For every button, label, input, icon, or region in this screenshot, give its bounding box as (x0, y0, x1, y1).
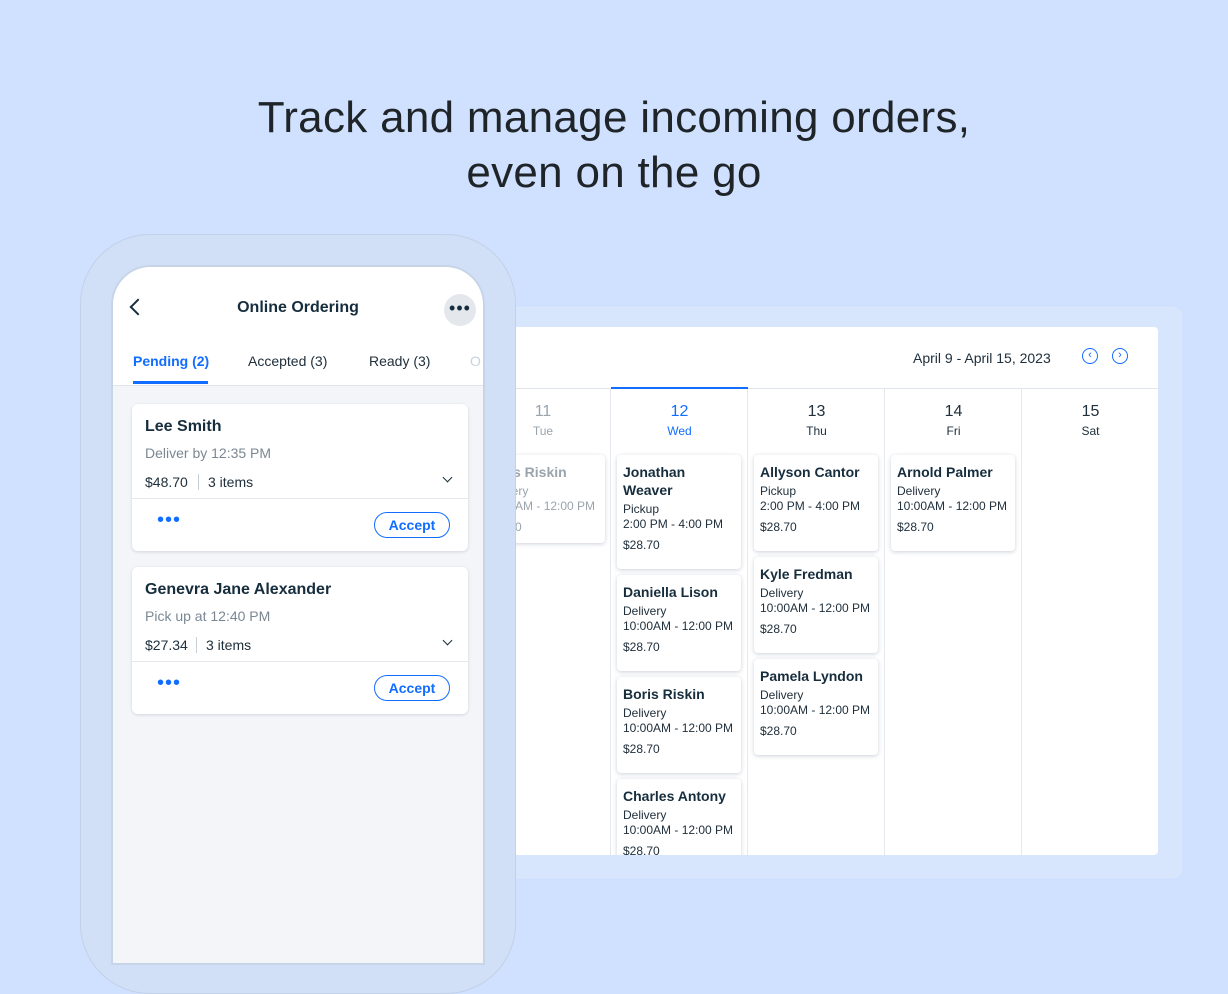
day-number: 14 (944, 403, 963, 420)
day-name: Thu (806, 424, 827, 438)
accept-button[interactable]: Accept (374, 675, 450, 701)
order-type: Delivery (760, 688, 804, 702)
order-price: $28.70 (897, 520, 934, 534)
day-number: 15 (1081, 403, 1100, 420)
order-type: Delivery (897, 484, 941, 498)
order-time: 10:00AM - 12:00 PM (623, 721, 734, 735)
order-card[interactable]: Boris Riskin Delivery 10:00AM - 12:00 PM… (617, 677, 741, 773)
order-type: Delivery (623, 604, 667, 618)
more-actions-button[interactable]: ••• (157, 510, 181, 530)
order-card[interactable]: Genevra Jane Alexander Pick up at 12:40 … (132, 567, 468, 714)
day-column-thu: 13 Thu Allyson Cantor Pickup 2:00 PM - 4… (747, 389, 885, 855)
order-card[interactable]: Kyle Fredman Delivery 10:00AM - 12:00 PM… (754, 557, 878, 653)
order-time: 10:00AM - 12:00 PM (623, 823, 734, 837)
order-price: $28.70 (760, 724, 797, 738)
headline-line-1: Track and manage incoming orders, (257, 93, 971, 142)
order-card[interactable]: Arnold Palmer Delivery 10:00AM - 12:00 P… (891, 455, 1015, 551)
chevron-down-icon[interactable] (442, 472, 453, 483)
more-actions-button[interactable]: ••• (157, 673, 181, 693)
order-time: 10:00AM - 12:00 PM (623, 619, 734, 633)
order-card[interactable]: Pamela Lyndon Delivery 10:00AM - 12:00 P… (754, 659, 878, 755)
more-options-button[interactable]: ••• (444, 294, 476, 326)
order-type: Delivery (760, 586, 804, 600)
order-name: Kyle Fredman (760, 566, 853, 582)
order-time: 2:00 PM - 4:00 PM (760, 499, 861, 513)
active-tab-indicator (133, 381, 208, 384)
divider (132, 661, 468, 662)
order-type: Pickup (623, 502, 660, 516)
order-price: $28.70 (623, 538, 660, 552)
date-range: April 9 - April 15, 2023 (913, 350, 1051, 366)
order-name: Charles Antony (623, 788, 726, 804)
order-price: $27.34 (145, 637, 188, 653)
day-name: Wed (667, 424, 692, 438)
divider (198, 474, 199, 490)
customer-name: Genevra Jane Alexander (145, 581, 332, 598)
item-count: 3 items (208, 474, 254, 490)
divider (196, 637, 197, 653)
order-type: Pickup (760, 484, 797, 498)
order-card[interactable]: Daniella Lison Delivery 10:00AM - 12:00 … (617, 575, 741, 671)
order-price: $48.70 (145, 474, 188, 490)
divider (132, 498, 468, 499)
order-name: Boris Riskin (623, 686, 705, 702)
tab-ready[interactable]: Ready (3) (369, 353, 430, 369)
order-time: 10:00AM - 12:00 PM (897, 499, 1008, 513)
tab-pending[interactable]: Pending (2) (133, 353, 209, 369)
accept-button[interactable]: Accept (374, 512, 450, 538)
order-name: Arnold Palmer (897, 464, 993, 480)
chevron-left-circle-icon[interactable]: ‹ (1082, 348, 1098, 364)
order-card[interactable]: Allyson Cantor Pickup 2:00 PM - 4:00 PM … (754, 455, 878, 551)
order-time: 10:00AM - 12:00 PM (760, 703, 871, 717)
day-column-sat: 15 Sat (1021, 389, 1158, 855)
order-price: $28.70 (760, 622, 797, 636)
chevron-down-icon[interactable] (442, 635, 453, 646)
order-timing: Deliver by 12:35 PM (145, 445, 272, 461)
order-time: 2:00 PM - 4:00 PM (623, 517, 724, 531)
order-price: $28.70 (623, 844, 660, 855)
day-number: 13 (807, 403, 826, 420)
order-type: Delivery (623, 706, 667, 720)
order-name: Daniella Lison (623, 584, 718, 600)
order-time: 10:00AM - 12:00 PM (760, 601, 871, 615)
tab-overflow[interactable]: O (470, 353, 481, 369)
order-type: Delivery (623, 808, 667, 822)
headline: Track and manage incoming orders, even o… (0, 90, 1228, 200)
order-price: $28.70 (760, 520, 797, 534)
item-count: 3 items (206, 637, 252, 653)
day-name: Sat (1081, 424, 1100, 438)
customer-name: Lee Smith (145, 418, 222, 435)
order-card[interactable]: Lee Smith Deliver by 12:35 PM $48.70 3 i… (132, 404, 468, 551)
chevron-right-circle-icon[interactable]: › (1112, 348, 1128, 364)
day-number: 11 (534, 403, 552, 420)
order-price: $28.70 (623, 640, 660, 654)
order-card[interactable]: Charles Antony Delivery 10:00AM - 12:00 … (617, 779, 741, 855)
day-name: Fri (946, 424, 961, 438)
calendar-header: April 9 - April 15, 2023 ‹ › (500, 327, 1158, 389)
day-number: 12 (670, 403, 689, 420)
app-header: Online Ordering ••• Pending (2) Accepted… (113, 267, 483, 386)
day-name: Tue (532, 424, 554, 438)
order-timing: Pick up at 12:40 PM (145, 608, 271, 624)
order-price: $28.70 (623, 742, 660, 756)
page-title: Online Ordering (237, 299, 359, 316)
order-name: Jonathan Weaver (623, 464, 686, 498)
headline-line-2: even on the go (466, 148, 762, 197)
order-name: Allyson Cantor (760, 464, 860, 480)
calendar-panel: April 9 - April 15, 2023 ‹ › 11 Tue Bori… (500, 327, 1158, 855)
tab-accepted[interactable]: Accepted (3) (248, 353, 327, 369)
phone-screen: Online Ordering ••• Pending (2) Accepted… (111, 265, 485, 965)
order-card[interactable]: Jonathan Weaver Pickup 2:00 PM - 4:00 PM… (617, 455, 741, 569)
order-name: Pamela Lyndon (760, 668, 863, 684)
day-column-fri: 14 Fri Arnold Palmer Delivery 10:00AM - … (884, 389, 1022, 855)
day-column-wed: 12 Wed Jonathan Weaver Pickup 2:00 PM - … (610, 387, 748, 855)
day-column-tue: 11 Tue Boris Riskin Delivery 10:00AM - 1… (500, 389, 611, 855)
